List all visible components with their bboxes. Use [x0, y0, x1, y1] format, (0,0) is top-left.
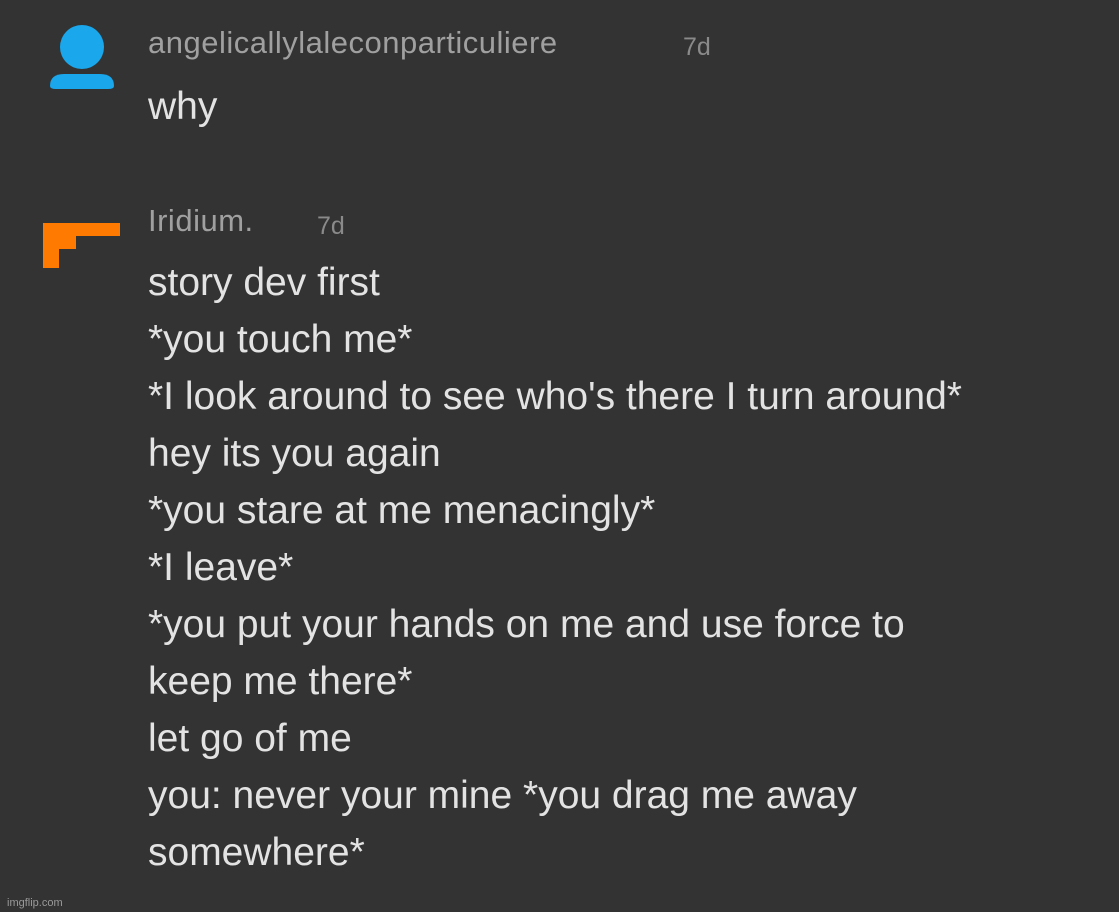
comment-line: *I look around to see who's there I turn…: [148, 375, 962, 418]
pixel-corner-icon[interactable]: [43, 223, 121, 269]
comment-timestamp: 7d: [317, 212, 345, 240]
watermark: imgflip.com: [7, 897, 63, 909]
comment-line: *I leave*: [148, 546, 294, 589]
comment-line: *you put your hands on me and use force …: [148, 603, 905, 646]
comment-item: Iridium. 7d story dev first *you touch m…: [0, 0, 1119, 912]
comment-line: story dev first: [148, 261, 380, 304]
comment-line: *you touch me*: [148, 318, 413, 361]
comment-line: let go of me: [148, 717, 352, 760]
comment-line: keep me there*: [148, 660, 413, 703]
comment-body: story dev first *you touch me* *I look a…: [148, 254, 962, 881]
comment-line: *you stare at me menacingly*: [148, 489, 656, 532]
comment-line: somewhere*: [148, 831, 365, 874]
comment-username[interactable]: Iridium.: [148, 203, 254, 239]
comment-line: you: never your mine *you drag me away: [148, 774, 857, 817]
comment-line: hey its you again: [148, 432, 441, 475]
